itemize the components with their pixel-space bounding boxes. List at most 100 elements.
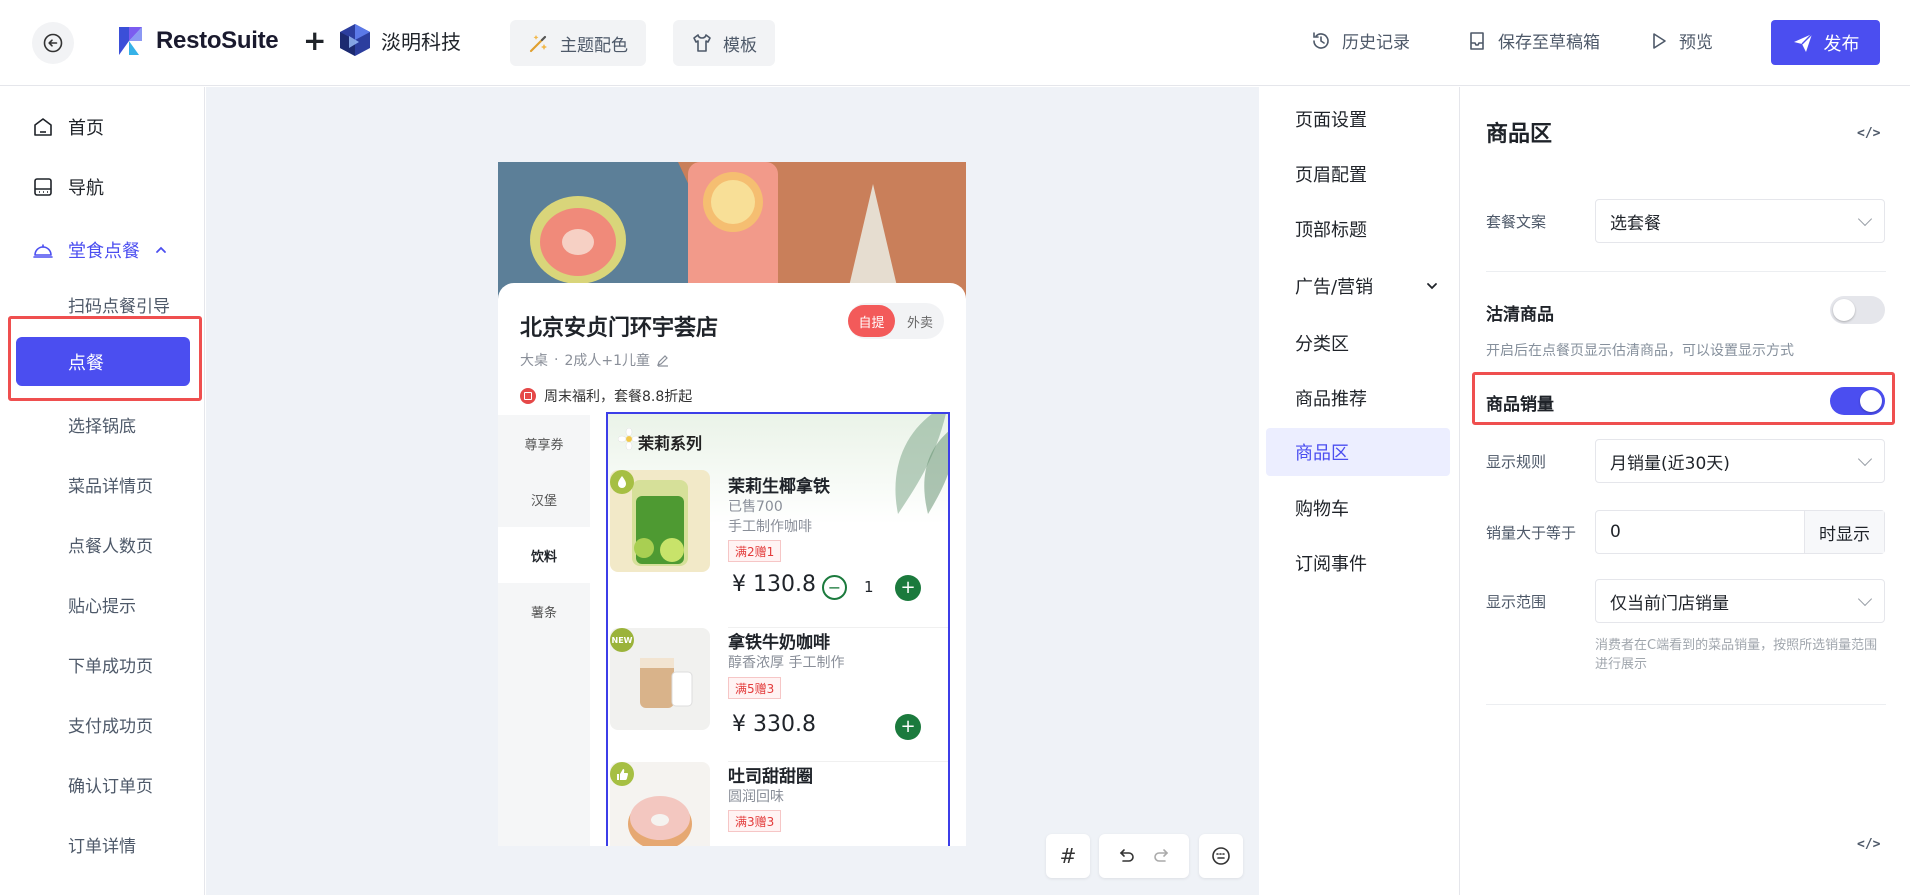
save-draft-button[interactable]: 保存至草稿箱	[1466, 28, 1600, 53]
dish-cover-icon	[33, 244, 53, 258]
meta-dot: ·	[554, 352, 559, 368]
sidebar-group-label: 堂食点餐	[68, 241, 140, 262]
phone-preview: 北京安贞门环宇荟店 自提 外卖 大桌 · 2成人+1儿童 周末福利，套餐8.8折…	[498, 162, 966, 846]
template-button[interactable]: 模板	[673, 20, 775, 66]
sidebar-item-label: 导航	[68, 178, 104, 199]
plus-sign: +	[303, 24, 327, 57]
add-to-cart-button[interactable]: +	[895, 714, 921, 740]
component-nav: 页面设置 页眉配置 顶部标题 广告/营销 分类区 商品推荐 商品区 购物车 订阅…	[1260, 87, 1460, 895]
navigation-icon	[34, 178, 52, 196]
cfg-item-ads-marketing[interactable]: 广告/营销	[1295, 273, 1445, 299]
select-value: 仅当前门店销量	[1610, 593, 1729, 614]
store-info-card: 北京安贞门环宇荟店 自提 外卖 大桌 · 2成人+1儿童 周末福利，套餐8.8折…	[498, 283, 966, 846]
publish-button[interactable]: 发布	[1771, 20, 1880, 65]
partner-logo-icon	[340, 24, 370, 56]
product-description: 圆润回味	[728, 789, 784, 805]
select-value: 选套餐	[1610, 213, 1661, 234]
category-item[interactable]: 薯条	[498, 583, 590, 639]
cfg-item-label: 广告/营销	[1295, 277, 1374, 298]
party-size: 2成人+1儿童	[564, 353, 650, 369]
product-sold-count: 已售700	[728, 499, 783, 515]
sidebar-subitem-scan-guide[interactable]: 扫码点餐引导	[68, 292, 170, 317]
product-card[interactable]: 茉莉生椰拿铁 已售700 手工制作咖啡 满2赠1 ¥ 130.8 − 1 +	[608, 470, 948, 610]
theme-color-button[interactable]: 主题配色	[510, 20, 646, 66]
draft-box-icon	[1470, 31, 1484, 50]
section-divider	[1486, 704, 1886, 705]
category-list: 尊享券 汉堡 饮料 薯条	[498, 415, 590, 846]
pickup-delivery-toggle[interactable]: 自提 外卖	[848, 303, 944, 339]
partner-name: 淡明科技	[381, 29, 461, 54]
soldout-label: 沽清商品	[1486, 305, 1554, 325]
toggle-knob	[1833, 299, 1855, 321]
category-item[interactable]: 汉堡	[498, 471, 590, 527]
promo-banner: 周末福利，套餐8.8折起	[520, 386, 692, 406]
sidebar-item-home[interactable]: 首页	[32, 114, 104, 140]
sidebar-subitem-order-success[interactable]: 下单成功页	[68, 652, 153, 677]
product-area-selected[interactable]: 茉莉系列 茉莉生椰拿铁 已售700 手工制作咖啡 满2赠1 ¥ 130.8 −	[606, 412, 950, 846]
sidebar-subitem-hotpot-base[interactable]: 选择锅底	[68, 412, 136, 437]
threshold-label: 销量大于等于	[1486, 524, 1577, 542]
promo-tag: 满5赠3	[728, 677, 782, 699]
history-button[interactable]: 历史记录	[1310, 28, 1410, 53]
table-info: 大桌 · 2成人+1儿童	[520, 350, 670, 370]
soldout-toggle[interactable]	[1830, 296, 1885, 324]
product-card[interactable]: 吐司甜甜圈 圆润回味 满3赠3	[608, 762, 948, 846]
promo-tag: 满2赠1	[728, 540, 782, 562]
display-rule-select[interactable]: 月销量(近30天)	[1595, 439, 1885, 483]
sales-threshold-input[interactable]: 0 时显示	[1595, 510, 1885, 554]
promo-text: 周末福利，套餐8.8折起	[544, 389, 693, 405]
save-draft-label: 保存至草稿箱	[1498, 33, 1600, 53]
display-rule-label: 显示规则	[1486, 453, 1547, 471]
product-card[interactable]: NEW 拿铁牛奶咖啡 醇香浓厚 手工制作 满5赠3 ¥ 330.8 +	[608, 628, 948, 740]
back-button[interactable]	[32, 22, 74, 64]
sidebar-subitem-confirm-order[interactable]: 确认订单页	[68, 772, 153, 797]
product-price: ¥ 130.8	[732, 572, 816, 597]
cfg-item-product-area[interactable]: 商品区	[1266, 428, 1450, 476]
redo-icon[interactable]	[1151, 845, 1173, 867]
sidebar-group-dine-in[interactable]: 堂食点餐	[32, 237, 168, 263]
cfg-item-subscribe-events[interactable]: 订阅事件	[1295, 550, 1367, 576]
table-size: 大桌	[520, 353, 548, 369]
theme-color-label: 主题配色	[560, 35, 628, 56]
category-item-selected[interactable]: 饮料	[498, 527, 590, 583]
history-label: 历史记录	[1342, 33, 1410, 53]
sidebar-subitem-party-size[interactable]: 点餐人数页	[68, 532, 153, 557]
soldout-hint: 开启后在点餐页显示估清商品，可以设置显示方式	[1486, 343, 1794, 359]
threshold-suffix: 时显示	[1804, 511, 1884, 553]
threshold-value[interactable]: 0	[1596, 511, 1804, 553]
cfg-item-header-config[interactable]: 页眉配置	[1295, 161, 1367, 187]
sidebar-subitem-dish-detail[interactable]: 菜品详情页	[68, 472, 153, 497]
sidebar-subitem-order-detail[interactable]: 订单详情	[68, 832, 136, 857]
decrease-qty-button[interactable]: −	[822, 575, 847, 600]
preview-button[interactable]: 预览	[1649, 28, 1713, 53]
combo-text-label: 套餐文案	[1486, 213, 1547, 231]
sidebar-subitem-tips[interactable]: 贴心提示	[68, 592, 136, 617]
sidebar-item-nav[interactable]: 导航	[32, 174, 104, 200]
code-icon[interactable]: </>	[1857, 126, 1880, 141]
select-value: 月销量(近30天)	[1610, 453, 1730, 474]
cfg-item-product-recommend[interactable]: 商品推荐	[1295, 385, 1367, 411]
series-title: 茉莉系列	[638, 434, 703, 453]
sidebar-subitem-pay-success[interactable]: 支付成功页	[68, 712, 153, 737]
combo-text-select[interactable]: 选套餐	[1595, 199, 1885, 243]
cfg-item-cart[interactable]: 购物车	[1295, 495, 1349, 521]
display-scope-select[interactable]: 仅当前门店销量	[1595, 579, 1885, 623]
category-item[interactable]: 尊享券	[498, 415, 590, 471]
add-to-cart-button[interactable]: +	[895, 575, 921, 601]
keyboard-icon	[1212, 847, 1230, 865]
edit-icon[interactable]	[656, 353, 670, 367]
code-icon-bottom[interactable]: </>	[1857, 837, 1880, 852]
pickup-option[interactable]: 自提	[848, 305, 895, 337]
cfg-item-category-area[interactable]: 分类区	[1295, 330, 1349, 356]
undo-icon[interactable]	[1115, 845, 1137, 867]
product-name: 吐司甜甜圈	[728, 767, 813, 787]
cfg-item-page-settings[interactable]: 页面设置	[1295, 106, 1367, 132]
grid-toggle-button[interactable]: #	[1046, 834, 1090, 878]
keyboard-shortcuts-button[interactable]	[1199, 834, 1243, 878]
delivery-option[interactable]: 外卖	[898, 305, 942, 337]
template-label: 模板	[723, 35, 757, 56]
cfg-item-top-title[interactable]: 顶部标题	[1295, 216, 1367, 242]
home-icon	[34, 118, 52, 136]
shirt-icon	[693, 34, 711, 52]
preview-canvas: 北京安贞门环宇荟店 自提 外卖 大桌 · 2成人+1儿童 周末福利，套餐8.8折…	[206, 87, 1259, 895]
